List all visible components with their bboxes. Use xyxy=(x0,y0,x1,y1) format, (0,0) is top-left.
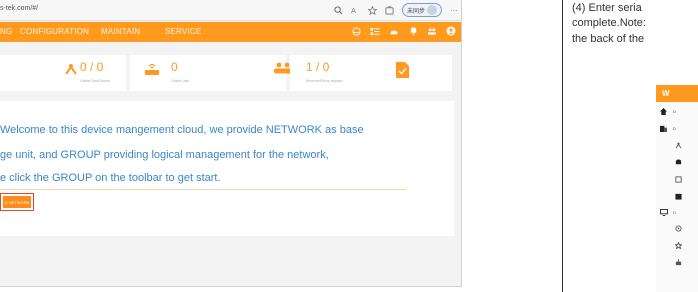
welcome-line-3: e click the GROUP on the toolbar to get … xyxy=(0,172,221,184)
profile-label: 未同步 xyxy=(406,8,425,15)
nav-item-configuration[interactable]: CONFIGURATION xyxy=(20,27,89,36)
manual-line-3: the back of the xyxy=(572,33,645,45)
thumb-row-home: D xyxy=(656,105,698,119)
bell-icon[interactable] xyxy=(408,25,418,37)
url-text[interactable]: s-tek.com/#/ xyxy=(0,5,38,12)
network-icon xyxy=(65,64,77,75)
manual-line-1: (4) Enter seria xyxy=(572,2,642,14)
stat-card-requests: 1 / 0 Received/Send request xyxy=(290,55,452,91)
gear-small-icon xyxy=(675,225,682,232)
cloud-icon[interactable] xyxy=(389,25,399,37)
read-aloud-icon[interactable]: A xyxy=(351,6,360,15)
network-small-icon xyxy=(675,142,682,149)
thumb-row-label: D xyxy=(673,210,676,215)
svg-text:A: A xyxy=(351,6,356,15)
device-small-icon xyxy=(675,259,682,266)
monitor-icon xyxy=(660,209,668,216)
star-icon[interactable] xyxy=(367,5,377,15)
nav-item-service[interactable]: SERVICE xyxy=(165,27,201,36)
home-icon xyxy=(660,108,667,115)
thumbnail-header: W xyxy=(656,85,698,102)
router-icon xyxy=(145,63,159,75)
stat-value-users: 0 xyxy=(171,60,178,74)
add-network-button[interactable]: D NETWORK xyxy=(3,196,31,208)
top-navigation: NG CONFIGURATION MAINTAIN SERVICE xyxy=(0,22,461,42)
manual-line-2: complete.Note: xyxy=(572,17,646,29)
welcome-line-1: Welcome to this device mangement cloud, … xyxy=(0,124,364,136)
thumb-row-devices: D xyxy=(656,122,698,136)
layout-icon[interactable] xyxy=(370,25,380,37)
avatar xyxy=(427,5,437,15)
manual-screenshot-thumbnail: W D D D xyxy=(656,85,698,292)
thumbnail-sidebar: D D D xyxy=(656,102,698,292)
stat-label-devices: Online/Total Device xyxy=(80,79,111,83)
browser-window: s-tek.com/#/ A 未同步 ··· NG CONFIGURATION … xyxy=(0,0,462,287)
stat-value-requests: 1 / 0 xyxy=(306,60,330,74)
stat-label-requests: Received/Send request xyxy=(306,79,343,83)
stat-card-users: 0 Online User xyxy=(130,55,292,91)
chart-icon[interactable] xyxy=(351,25,361,37)
manual-page: (4) Enter seria complete.Note: the back … xyxy=(562,0,698,292)
screenshot-composite: s-tek.com/#/ A 未同步 ··· NG CONFIGURATION … xyxy=(0,0,698,292)
nav-icons xyxy=(351,25,456,37)
user-icon[interactable] xyxy=(446,25,456,37)
welcome-panel xyxy=(0,101,454,236)
star-small-icon xyxy=(675,242,682,249)
calendar-small-icon xyxy=(675,193,682,200)
nav-item-monitoring[interactable]: NG xyxy=(0,27,12,36)
divider xyxy=(0,189,406,190)
address-bar-icons: A 未同步 ··· xyxy=(334,3,458,17)
stat-label-users: Online User xyxy=(171,79,190,83)
address-bar[interactable]: s-tek.com/#/ A 未同步 ··· xyxy=(0,0,461,21)
profile-button[interactable]: 未同步 xyxy=(401,3,442,17)
document-check-icon xyxy=(396,62,409,78)
thumb-row-label: D xyxy=(673,109,676,114)
more-icon[interactable]: ··· xyxy=(450,6,458,15)
tools-small-icon xyxy=(675,176,682,183)
nav-item-maintain[interactable]: MAINTAIN xyxy=(101,27,140,36)
thumb-row-label: D xyxy=(673,126,676,131)
bell-small-icon xyxy=(675,159,682,165)
collections-icon[interactable] xyxy=(385,5,394,15)
people-icon[interactable] xyxy=(427,25,437,37)
building-icon xyxy=(660,125,667,132)
add-network-button-highlight: D NETWORK xyxy=(0,193,34,211)
stat-card-devices: 0 / 0 Online/Total Device xyxy=(0,55,126,91)
search-icon[interactable] xyxy=(334,5,343,15)
welcome-line-2: ge unit, and GROUP providing logical man… xyxy=(0,149,329,161)
thumb-row-monitor: D xyxy=(656,206,698,220)
stat-value-devices: 0 / 0 xyxy=(80,60,104,74)
